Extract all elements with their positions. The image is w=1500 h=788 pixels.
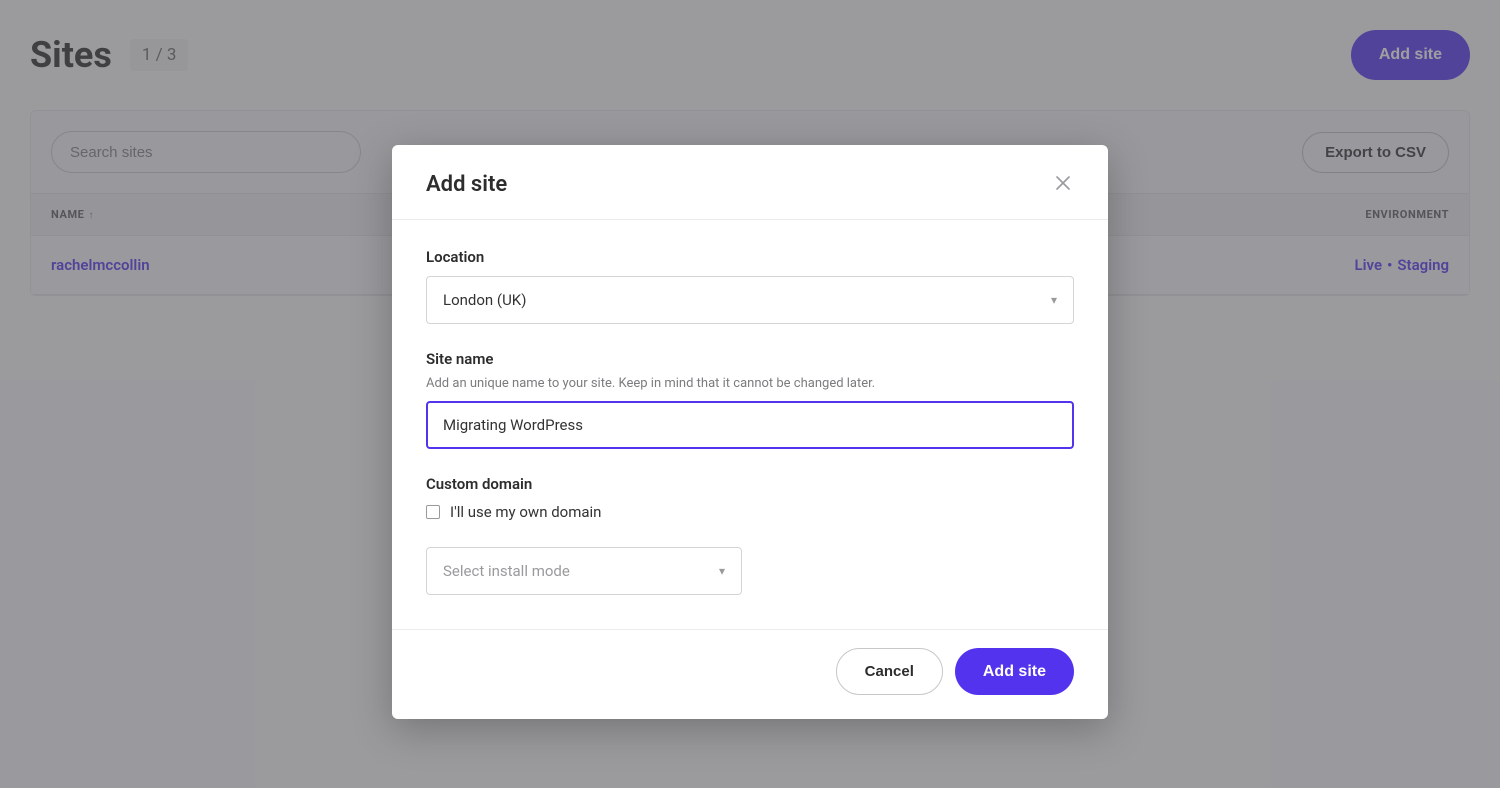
chevron-down-icon: ▾ [1051, 293, 1057, 307]
install-mode-group: Select install mode ▾ [426, 547, 1074, 595]
own-domain-label: I'll use my own domain [450, 503, 601, 521]
site-name-label: Site name [426, 350, 1074, 368]
modal-title: Add site [426, 172, 507, 197]
checkbox-icon [426, 505, 440, 519]
site-name-helper: Add an unique name to your site. Keep in… [426, 376, 1074, 391]
location-value: London (UK) [443, 291, 526, 309]
install-mode-select[interactable]: Select install mode ▾ [426, 547, 742, 595]
close-button[interactable] [1052, 171, 1074, 197]
site-name-group: Site name Add an unique name to your sit… [426, 350, 1074, 449]
modal-header: Add site [392, 145, 1108, 220]
modal-overlay[interactable]: Add site Location London (UK) ▾ Site nam… [0, 0, 1500, 788]
close-icon [1056, 176, 1070, 190]
own-domain-checkbox[interactable]: I'll use my own domain [426, 503, 1074, 521]
install-mode-placeholder: Select install mode [443, 562, 570, 580]
modal-footer: Cancel Add site [392, 629, 1108, 719]
site-name-input[interactable]: Migrating WordPress [426, 401, 1074, 449]
location-group: Location London (UK) ▾ [426, 248, 1074, 324]
custom-domain-group: Custom domain I'll use my own domain [426, 475, 1074, 521]
add-site-modal: Add site Location London (UK) ▾ Site nam… [392, 145, 1108, 719]
cancel-button[interactable]: Cancel [836, 648, 943, 695]
submit-add-site-button[interactable]: Add site [955, 648, 1074, 695]
modal-body: Location London (UK) ▾ Site name Add an … [392, 220, 1108, 629]
custom-domain-label: Custom domain [426, 475, 1074, 493]
site-name-value: Migrating WordPress [443, 416, 583, 434]
chevron-down-icon: ▾ [719, 564, 725, 578]
location-select[interactable]: London (UK) ▾ [426, 276, 1074, 324]
location-label: Location [426, 248, 1074, 266]
